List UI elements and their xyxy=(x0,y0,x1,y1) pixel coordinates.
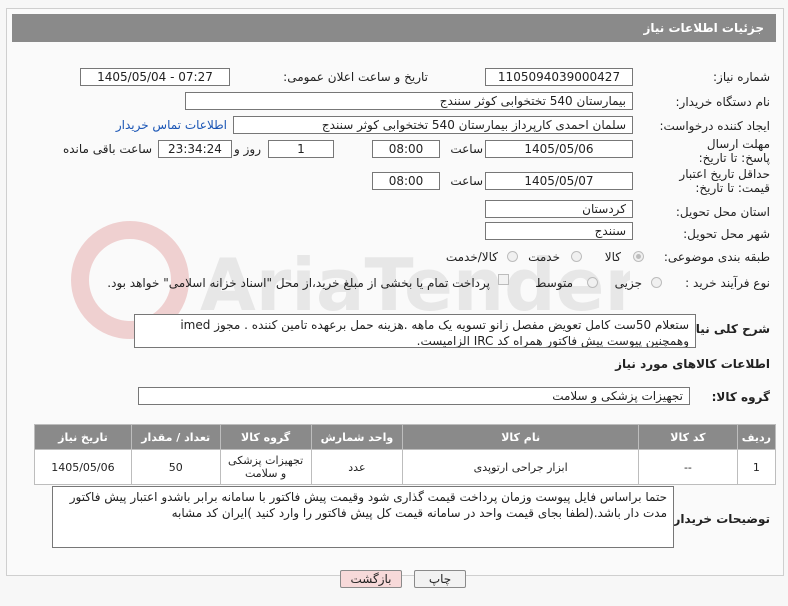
city-field: سنندج xyxy=(485,222,633,240)
col-row: ردیف xyxy=(736,424,777,450)
announce-datetime-label: تاریخ و ساعت اعلان عمومی: xyxy=(283,70,428,84)
delivery-province-label: استان محل تحویل: xyxy=(675,205,770,219)
purchase-option-medium: متوسط xyxy=(535,276,573,290)
contact-info-link[interactable]: اطلاعات تماس خریدار xyxy=(116,118,227,132)
day-label: روز و xyxy=(234,142,261,156)
category-option-goods: کالا xyxy=(604,250,621,264)
col-goods-name: نام کالا xyxy=(402,424,640,450)
category-option-service: خدمت xyxy=(528,250,560,264)
reply-date-field: 1405/05/06 xyxy=(485,140,633,158)
cell-unit: عدد xyxy=(310,449,404,485)
buyer-org-label: نام دستگاه خریدار: xyxy=(675,95,771,109)
reply-deadline-label: مهلت ارسال پاسخ: تا تاریخ: xyxy=(698,137,770,165)
goods-table-header-row: ردیف کد کالا نام کالا واحد شمارش گروه کا… xyxy=(34,424,777,450)
province-field: کردستان xyxy=(485,200,633,218)
need-number-label: شماره نیاز: xyxy=(713,70,770,84)
description-label: شرح کلی نیاز: xyxy=(684,322,770,336)
col-unit: واحد شمارش xyxy=(310,424,404,450)
purchase-option-minor: جزیی xyxy=(614,276,642,290)
panel-header: جزئیات اطلاعات نیاز xyxy=(12,14,776,42)
table-row: 1 -- ابزار جراحی ارتوپدی عدد تجهیزات پزش… xyxy=(34,449,777,485)
reply-time-field: 08:00 xyxy=(372,140,440,158)
requester-label: ایجاد کننده درخواست: xyxy=(659,119,770,133)
col-quantity: تعداد / مقدار xyxy=(130,424,221,450)
cell-goods-name: ابزار جراحی ارتوپدی xyxy=(402,449,640,485)
back-button[interactable]: بازگشت xyxy=(340,570,402,588)
purchase-type-label: نوع فرآیند خرید : xyxy=(685,276,770,290)
remaining-time-field: 23:34:24 xyxy=(158,140,232,158)
delivery-city-label: شهر محل تحویل: xyxy=(683,227,770,241)
goods-info-heading: اطلاعات کالاهای مورد نیاز xyxy=(615,357,770,371)
category-label: طبقه بندی موضوعی: xyxy=(663,250,770,264)
print-button[interactable]: چاپ xyxy=(414,570,466,588)
cell-goods-code: -- xyxy=(638,449,738,485)
price-validity-label: حداقل تاریخ اعتبار قیمت: تا تاریخ: xyxy=(679,167,770,195)
buyer-org-field: بیمارستان 540 تختخوابی کوثر سنندج xyxy=(185,92,633,110)
cell-row: 1 xyxy=(736,449,777,485)
buyer-notes-label: توضیحات خریدار: xyxy=(668,512,770,526)
goods-group-label: گروه کالا: xyxy=(711,390,770,404)
requester-field: سلمان احمدی کارپرداز بیمارستان 540 تختخو… xyxy=(233,116,633,134)
need-number-field: 1105094039000427 xyxy=(485,68,633,86)
col-need-date: تاریخ نیاز xyxy=(34,424,132,450)
goods-group-field: تجهیزات پزشکی و سلامت xyxy=(138,387,690,405)
treasury-payment-checkbox[interactable] xyxy=(498,274,509,285)
reply-time-label: ساعت xyxy=(450,142,483,156)
validity-time-field: 08:00 xyxy=(372,172,440,190)
category-radio-service[interactable] xyxy=(571,251,582,262)
col-goods-code: کد کالا xyxy=(638,424,738,450)
treasury-payment-note: پرداخت تمام یا بخشی از مبلغ خرید،از محل … xyxy=(107,276,490,290)
category-radio-goods-service[interactable] xyxy=(507,251,518,262)
cell-need-date: 1405/05/06 xyxy=(34,449,132,485)
description-textarea: ستعلام 50ست کامل تعویض مفصل زانو تسویه ی… xyxy=(134,314,696,348)
category-radio-goods[interactable] xyxy=(633,251,644,262)
purchase-radio-medium[interactable] xyxy=(587,277,598,288)
purchase-radio-minor[interactable] xyxy=(651,277,662,288)
validity-date-field: 1405/05/07 xyxy=(485,172,633,190)
category-option-goods-service: کالا/خدمت xyxy=(445,250,498,264)
cell-quantity: 50 xyxy=(130,449,221,485)
buyer-notes-textarea: حتما براساس فایل پیوست وزمان پرداخت قیمت… xyxy=(52,486,674,548)
remaining-days-field: 1 xyxy=(268,140,334,158)
validity-time-label: ساعت xyxy=(450,174,483,188)
col-goods-group: گروه کالا xyxy=(219,424,312,450)
goods-table: ردیف کد کالا نام کالا واحد شمارش گروه کا… xyxy=(34,424,777,485)
cell-goods-group: تجهیزات پزشکی و سلامت xyxy=(219,449,312,485)
remaining-label: ساعت باقی مانده xyxy=(62,142,152,156)
announce-datetime-field: 1405/05/04 - 07:27 xyxy=(80,68,230,86)
